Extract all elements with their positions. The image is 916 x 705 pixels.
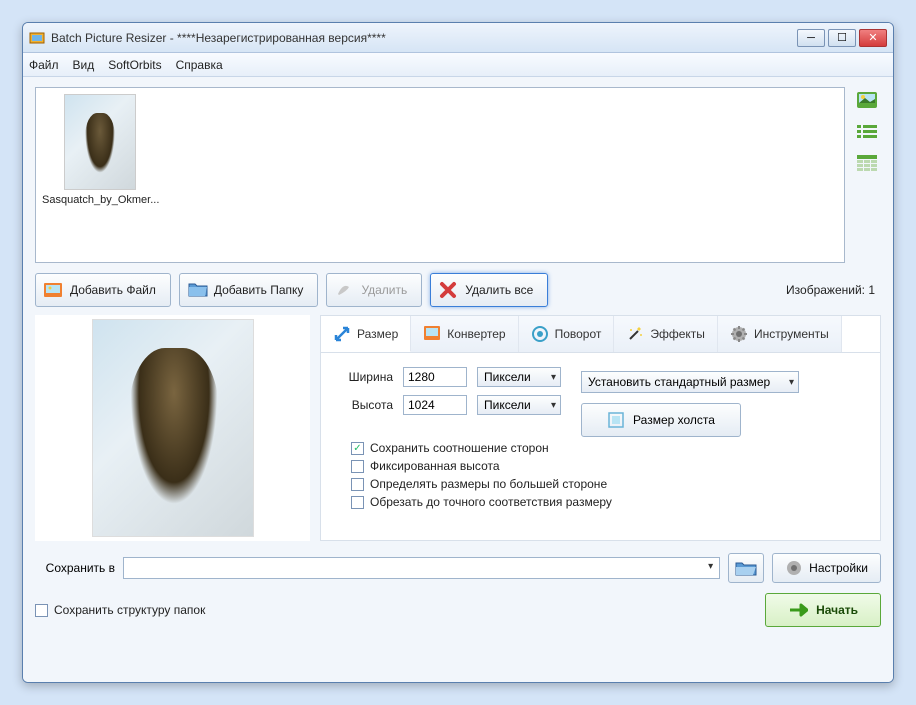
folder-open-icon (735, 559, 757, 577)
save-path-combo[interactable] (123, 557, 720, 579)
add-folder-button[interactable]: Добавить Папку (179, 273, 319, 307)
height-row: Высота Пиксели (337, 395, 561, 415)
height-input[interactable] (403, 395, 467, 415)
fixed-height-label: Фиксированная высота (370, 459, 500, 473)
titlebar: Batch Picture Resizer - ****Незарегистри… (23, 23, 893, 53)
delete-button[interactable]: Удалить (326, 273, 422, 307)
tab-converter[interactable]: Конвертер (411, 316, 518, 352)
fixed-height-row[interactable]: Фиксированная высота (351, 459, 864, 473)
height-label: Высота (337, 398, 393, 412)
app-icon (29, 30, 45, 46)
tab-effects[interactable]: Эффекты (614, 316, 718, 352)
gear-icon (785, 559, 803, 577)
add-file-icon (44, 281, 62, 299)
start-label: Начать (816, 603, 858, 617)
rotate-icon (531, 325, 549, 343)
save-row: Сохранить в Настройки (35, 553, 881, 583)
height-unit-select[interactable]: Пиксели (477, 395, 561, 415)
keep-structure-label: Сохранить структуру папок (54, 603, 205, 617)
standard-size-select[interactable]: Установить стандартный размер (581, 371, 799, 393)
preview-panel (35, 315, 310, 541)
file-toolbar: Добавить Файл Добавить Папку Удалить Уда… (35, 273, 881, 307)
add-folder-label: Добавить Папку (214, 283, 304, 297)
tab-rotate[interactable]: Поворот (519, 316, 615, 352)
thumbnail-image (64, 94, 136, 190)
thumbnail-label: Sasquatch_by_Okmer... (42, 194, 157, 206)
view-details-icon[interactable] (856, 153, 878, 175)
tab-panel: Размер Конвертер Поворот Эффекты (320, 315, 881, 541)
save-label: Сохранить в (35, 561, 115, 575)
crop-exact-checkbox[interactable] (351, 496, 364, 509)
app-window: Batch Picture Resizer - ****Незарегистри… (22, 22, 894, 683)
image-count-label: Изображений: 1 (786, 283, 875, 297)
detect-long-label: Определять размеры по большей стороне (370, 477, 607, 491)
delete-all-button[interactable]: Удалить все (430, 273, 548, 307)
width-label: Ширина (337, 370, 393, 384)
tab-size[interactable]: Размер (321, 316, 411, 352)
width-input[interactable] (403, 367, 467, 387)
settings-label: Настройки (809, 561, 868, 575)
tab-strip: Размер Конвертер Поворот Эффекты (321, 316, 880, 353)
fixed-height-checkbox[interactable] (351, 460, 364, 473)
window-title: Batch Picture Resizer - ****Незарегистри… (51, 31, 797, 45)
crop-exact-label: Обрезать до точного соответствия размеру (370, 495, 612, 509)
bottom-area: Сохранить в Настройки Сохранить структур… (35, 553, 881, 627)
width-unit-select[interactable]: Пиксели (477, 367, 561, 387)
delete-all-icon (439, 281, 457, 299)
crop-exact-row[interactable]: Обрезать до точного соответствия размеру (351, 495, 864, 509)
converter-icon (423, 325, 441, 343)
keep-ratio-row[interactable]: ✓ Сохранить соотношение сторон (351, 441, 864, 455)
delete-all-label: Удалить все (465, 283, 533, 297)
arrow-right-icon (788, 602, 808, 618)
tab-effects-label: Эффекты (650, 327, 705, 341)
add-folder-icon (188, 281, 206, 299)
add-file-button[interactable]: Добавить Файл (35, 273, 171, 307)
middle-area: Размер Конвертер Поворот Эффекты (35, 315, 881, 541)
tab-rotate-label: Поворот (555, 327, 602, 341)
menubar: Файл Вид SoftOrbits Справка (23, 53, 893, 77)
window-controls: ─ ☐ ✕ (797, 29, 887, 47)
resize-icon (333, 325, 351, 343)
tools-icon (730, 325, 748, 343)
start-button[interactable]: Начать (765, 593, 881, 627)
width-row: Ширина Пиксели (337, 367, 561, 387)
menu-view[interactable]: Вид (73, 58, 95, 72)
canvas-icon (607, 411, 625, 429)
menu-file[interactable]: Файл (29, 58, 59, 72)
canvas-size-button[interactable]: Размер холста (581, 403, 741, 437)
size-tab-content: Ширина Пиксели Высота Пиксели Уст (321, 353, 880, 527)
effects-icon (626, 325, 644, 343)
minimize-button[interactable]: ─ (797, 29, 825, 47)
content-area: Sasquatch_by_Okmer... Добави (23, 77, 893, 682)
keep-structure-checkbox[interactable] (35, 604, 48, 617)
keep-ratio-checkbox[interactable]: ✓ (351, 442, 364, 455)
preview-image (92, 319, 254, 537)
keep-structure-row[interactable]: Сохранить структуру папок (35, 603, 205, 617)
menu-help[interactable]: Справка (176, 58, 223, 72)
detect-long-checkbox[interactable] (351, 478, 364, 491)
tab-tools-label: Инструменты (754, 327, 829, 341)
settings-button[interactable]: Настройки (772, 553, 881, 583)
tab-tools[interactable]: Инструменты (718, 316, 842, 352)
view-mode-icons (853, 87, 881, 263)
delete-icon (335, 281, 353, 299)
detect-long-row[interactable]: Определять размеры по большей стороне (351, 477, 864, 491)
menu-softorbits[interactable]: SoftOrbits (108, 58, 161, 72)
tab-converter-label: Конвертер (447, 327, 505, 341)
maximize-button[interactable]: ☐ (828, 29, 856, 47)
tab-size-label: Размер (357, 327, 398, 341)
canvas-size-label: Размер холста (633, 413, 715, 427)
thumbnail-item[interactable]: Sasquatch_by_Okmer... (42, 94, 157, 206)
thumbnail-area: Sasquatch_by_Okmer... (35, 87, 881, 263)
close-button[interactable]: ✕ (859, 29, 887, 47)
keep-ratio-label: Сохранить соотношение сторон (370, 441, 549, 455)
delete-label: Удалить (361, 283, 407, 297)
start-row: Сохранить структуру папок Начать (35, 593, 881, 627)
view-list-icon[interactable] (856, 121, 878, 143)
thumbnail-panel[interactable]: Sasquatch_by_Okmer... (35, 87, 845, 263)
add-file-label: Добавить Файл (70, 283, 156, 297)
view-thumbnails-icon[interactable] (856, 89, 878, 111)
browse-button[interactable] (728, 553, 764, 583)
